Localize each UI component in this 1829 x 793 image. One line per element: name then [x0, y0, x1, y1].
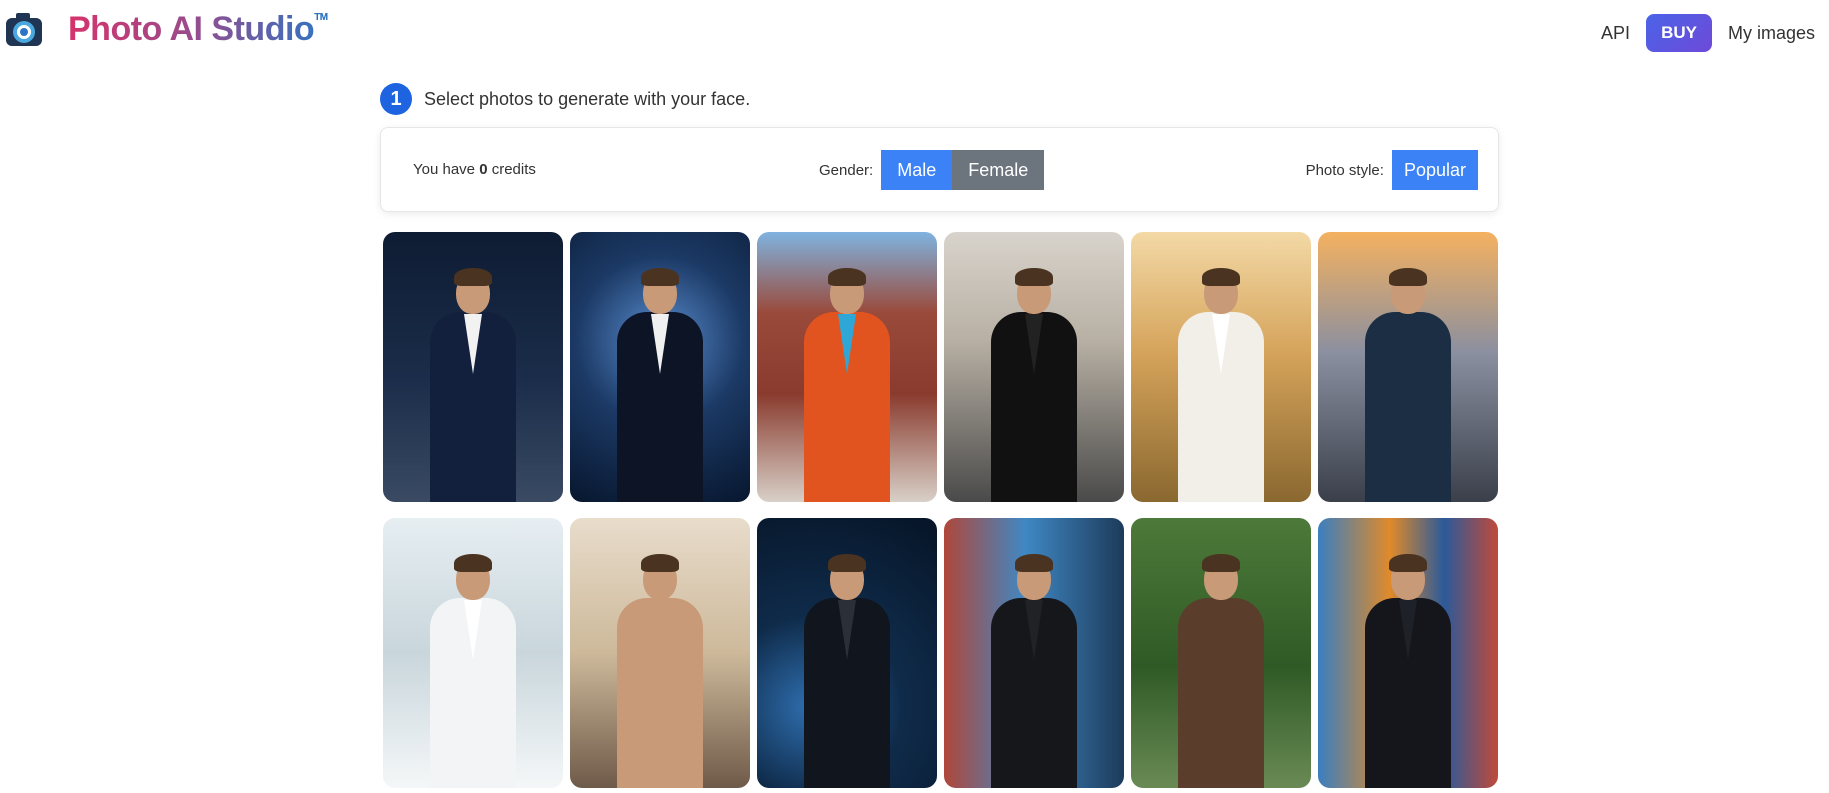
photo-style-selector: Photo style: Popular — [1306, 150, 1478, 190]
photo-tile[interactable] — [1318, 518, 1498, 788]
person-figure — [1363, 268, 1453, 502]
brand-name[interactable]: Photo AI Studio — [68, 10, 314, 48]
hair-shape — [1389, 554, 1427, 572]
gender-male-button[interactable]: Male — [881, 150, 953, 190]
person-figure — [802, 554, 892, 788]
photo-tile[interactable] — [757, 232, 937, 502]
photo-tile[interactable] — [944, 518, 1124, 788]
step-heading: 1 Select photos to generate with your fa… — [380, 83, 750, 115]
person-figure — [615, 554, 705, 788]
person-figure — [1176, 268, 1266, 502]
person-figure — [428, 554, 518, 788]
hair-shape — [641, 554, 679, 572]
photo-grid — [383, 232, 1498, 788]
photo-tile[interactable] — [1131, 232, 1311, 502]
person-figure — [615, 268, 705, 502]
photo-style-popular-button[interactable]: Popular — [1391, 150, 1478, 190]
person-figure — [989, 268, 1079, 502]
top-header: Photo AI StudioTM API BUY My images — [0, 0, 1829, 60]
photo-tile[interactable] — [944, 232, 1124, 502]
hair-shape — [641, 268, 679, 286]
gender-selector: Gender: Male Female — [819, 150, 1045, 190]
camera-logo-icon[interactable] — [4, 10, 44, 50]
photo-tile[interactable] — [757, 518, 937, 788]
hair-shape — [1015, 554, 1053, 572]
photo-tile[interactable] — [570, 232, 750, 502]
photo-tile[interactable] — [383, 518, 563, 788]
person-figure — [802, 268, 892, 502]
credits-suffix: credits — [491, 161, 536, 178]
brand-logo-text[interactable]: Photo AI StudioTM — [68, 10, 328, 49]
hair-shape — [1202, 268, 1240, 286]
gender-female-button[interactable]: Female — [952, 150, 1045, 190]
photo-tile[interactable] — [1318, 232, 1498, 502]
nav-my-images-link[interactable]: My images — [1728, 23, 1815, 44]
credits-prefix: You have — [413, 161, 476, 178]
photo-style-label: Photo style: — [1305, 161, 1384, 179]
person-figure — [1363, 554, 1453, 788]
controls-panel: You have 0 credits Gender: Male Female P… — [380, 127, 1499, 212]
buy-button[interactable]: BUY — [1646, 14, 1712, 52]
hair-shape — [1202, 554, 1240, 572]
photo-tile[interactable] — [570, 518, 750, 788]
step-number-badge: 1 — [380, 83, 412, 115]
nav-api-link[interactable]: API — [1601, 23, 1630, 44]
photo-tile[interactable] — [383, 232, 563, 502]
hair-shape — [454, 554, 492, 572]
step-instruction: Select photos to generate with your face… — [424, 88, 751, 109]
gender-label: Gender: — [819, 161, 874, 179]
photo-tile[interactable] — [1131, 518, 1311, 788]
hair-shape — [454, 268, 492, 286]
hair-shape — [1015, 268, 1053, 286]
credits-info: You have 0 credits — [413, 161, 536, 178]
top-nav: API BUY My images — [1601, 14, 1815, 52]
person-figure — [1176, 554, 1266, 788]
person-figure — [989, 554, 1079, 788]
hair-shape — [828, 268, 866, 286]
trademark-mark: TM — [314, 12, 328, 23]
credits-count: 0 — [479, 161, 488, 178]
hair-shape — [828, 554, 866, 572]
hair-shape — [1389, 268, 1427, 286]
person-figure — [428, 268, 518, 502]
